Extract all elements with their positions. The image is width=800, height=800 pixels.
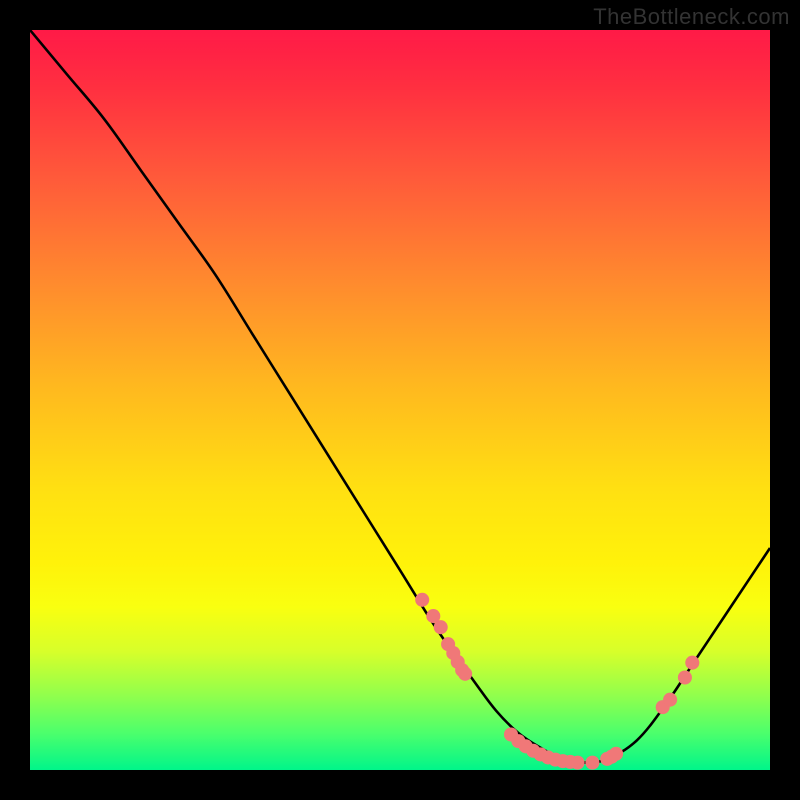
watermark-text: TheBottleneck.com: [593, 4, 790, 30]
curve-marker: [663, 693, 677, 707]
curve-marker: [609, 747, 623, 761]
curve-marker: [458, 667, 472, 681]
curve-marker: [678, 670, 692, 684]
curve-marker: [571, 756, 585, 770]
curve-layer: [30, 30, 770, 770]
bottleneck-curve: [30, 30, 770, 763]
curve-marker: [415, 593, 429, 607]
curve-marker: [434, 620, 448, 634]
curve-marker: [585, 756, 599, 770]
plot-area: [30, 30, 770, 770]
curve-marker: [685, 656, 699, 670]
chart-frame: TheBottleneck.com: [0, 0, 800, 800]
curve-markers: [415, 593, 699, 770]
